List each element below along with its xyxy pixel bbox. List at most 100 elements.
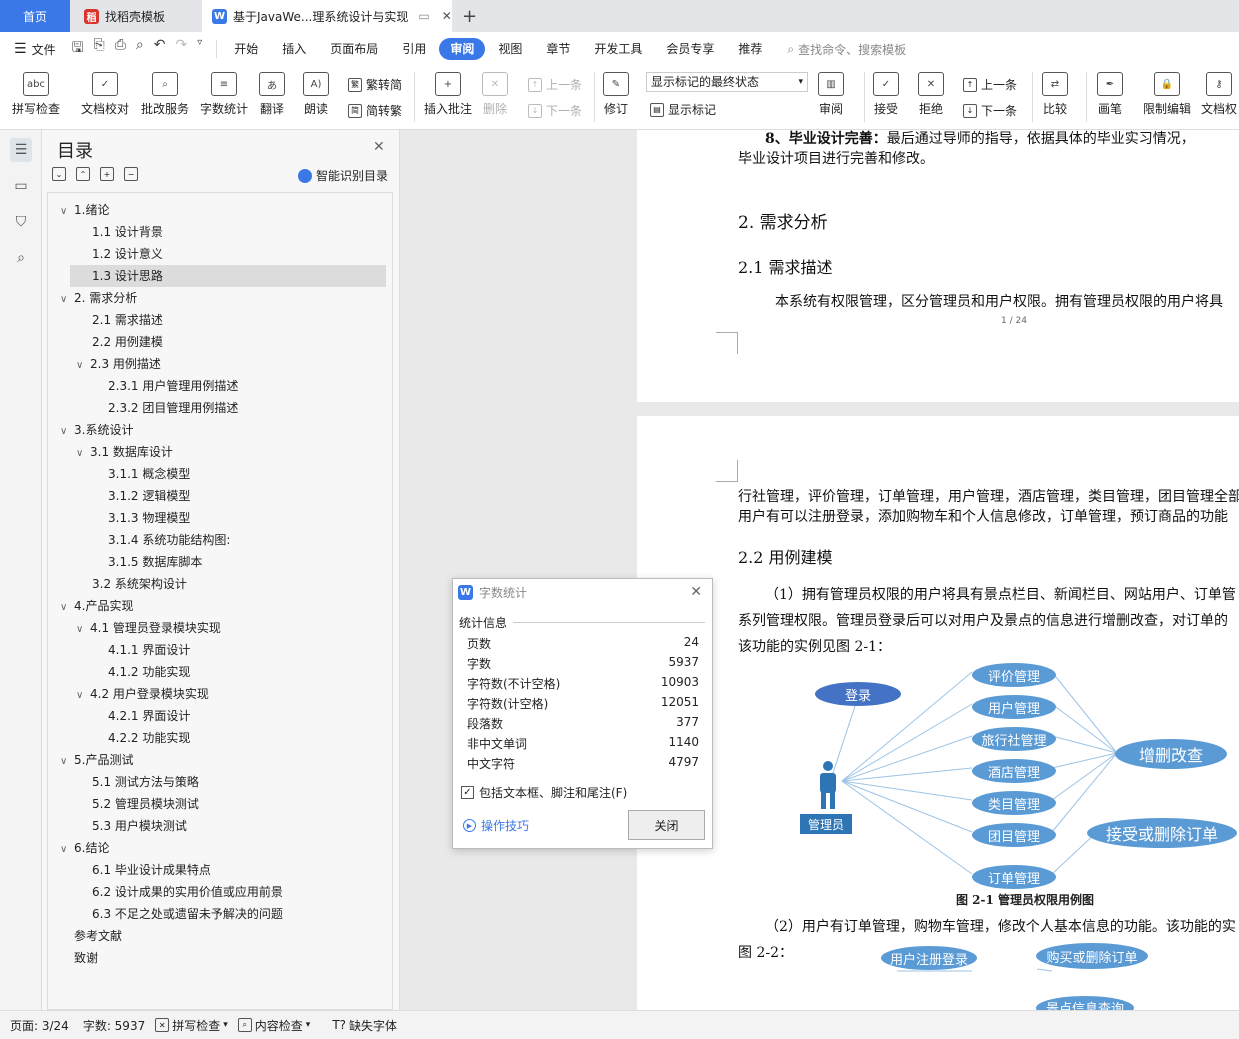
toc-item[interactable]: 1.2 设计意义: [76, 243, 163, 265]
toc-item[interactable]: 5.2 管理员模块测试: [76, 793, 199, 815]
toc-item[interactable]: ∨ 4.2 用户登录模块实现: [76, 683, 209, 705]
customize-icon[interactable]: ▿: [197, 37, 202, 61]
menu-tab[interactable]: 引用: [391, 38, 437, 60]
toc-item[interactable]: 6.3 不足之处或遗留未予解决的问题: [76, 903, 283, 925]
next-change-button[interactable]: ↓ 下一条: [963, 102, 1017, 119]
chevron-down-icon[interactable]: ∨: [76, 443, 90, 465]
to-traditional-button[interactable]: 简简转繁: [348, 102, 402, 119]
toc-item[interactable]: 2.2 用例建模: [76, 331, 163, 353]
export-pdf-icon[interactable]: ⎘: [94, 37, 105, 61]
undo-icon[interactable]: ↶: [154, 37, 166, 61]
new-tab-button[interactable]: +: [462, 0, 482, 32]
menu-tab[interactable]: 插入: [271, 38, 317, 60]
file-menu[interactable]: ☰ 文件: [0, 41, 64, 58]
menu-tab[interactable]: 开始: [223, 38, 269, 60]
toc-item[interactable]: 6.1 毕业设计成果特点: [76, 859, 211, 881]
chevron-down-icon[interactable]: ∨: [60, 289, 74, 311]
toc-item[interactable]: 3.1.5 数据库脚本: [92, 551, 202, 573]
toc-item[interactable]: 2.3.1 用户管理用例描述: [92, 375, 238, 397]
chevron-down-icon[interactable]: ∨: [76, 355, 90, 377]
include-footnotes-checkbox[interactable]: ✓ 包括文本框、脚注和尾注(F): [461, 784, 627, 801]
tab-template[interactable]: 稻 找稻壳模板: [74, 0, 198, 32]
missing-font-status[interactable]: T? 缺失字体: [332, 1017, 397, 1034]
toc-item[interactable]: 3.1.4 系统功能结构图:: [92, 529, 230, 551]
prev-change-button[interactable]: ↑ 上一条: [963, 76, 1017, 93]
toc-item[interactable]: ∨ 3.系统设计: [60, 419, 133, 441]
toc-item[interactable]: 3.1.1 概念模型: [92, 463, 190, 485]
close-icon[interactable]: ✕: [690, 584, 702, 600]
review-pane-button[interactable]: ▥ 审阅: [818, 72, 844, 117]
redo-icon[interactable]: ↷: [176, 37, 188, 61]
word-count-button[interactable]: ≡ 字数统计: [200, 72, 248, 117]
print-preview-icon[interactable]: ⌕: [136, 37, 144, 61]
translate-button[interactable]: あ翻译: [259, 72, 285, 117]
remove-heading-icon[interactable]: −: [124, 167, 138, 181]
save-icon[interactable]: 🖫: [72, 37, 84, 61]
chevron-down-icon[interactable]: ∨: [60, 839, 74, 861]
toc-icon[interactable]: ☰: [10, 138, 32, 162]
chevron-down-icon[interactable]: ∨: [60, 421, 74, 443]
screen-icon[interactable]: ▭: [418, 9, 429, 23]
chevron-down-icon[interactable]: ∨: [76, 685, 90, 707]
tab-document[interactable]: W 基于JavaWe...理系统设计与实现 ▭ ✕: [202, 0, 452, 32]
bookmark-icon[interactable]: ⛉: [11, 212, 31, 232]
reject-button[interactable]: ✕ 拒绝: [918, 72, 944, 117]
chevron-down-icon[interactable]: ∨: [60, 597, 74, 619]
close-panel-icon[interactable]: ✕: [373, 139, 385, 155]
toc-item[interactable]: ∨ 2. 需求分析: [60, 287, 137, 309]
doc-permission-button[interactable]: ⚷ 文档权: [1201, 72, 1237, 117]
section-nav-icon[interactable]: ▭: [11, 176, 31, 196]
toc-item[interactable]: ∨ 2.3 用例描述: [76, 353, 161, 375]
toc-item[interactable]: 1.1 设计背景: [76, 221, 163, 243]
delete-comment-button[interactable]: ✕ 删除: [482, 72, 508, 117]
toc-item[interactable]: 6.2 设计成果的实用价值或应用前景: [76, 881, 283, 903]
pen-button[interactable]: ✒ 画笔: [1097, 72, 1123, 117]
menu-tab[interactable]: 会员专享: [655, 38, 725, 60]
toc-item[interactable]: 3.1.3 物理模型: [92, 507, 190, 529]
toc-item[interactable]: 1.3 设计思路: [70, 265, 386, 287]
content-check-status[interactable]: ⌕ 内容检查 ▾: [237, 1017, 310, 1034]
restrict-editing-button[interactable]: 🔒 限制编辑: [1143, 72, 1191, 117]
smart-toc-button[interactable]: 智能识别目录: [298, 167, 388, 184]
to-simplified-button[interactable]: 繁繁转简: [348, 76, 402, 93]
toc-item[interactable]: 5.3 用户模块测试: [76, 815, 187, 837]
toc-item[interactable]: 4.1.2 功能实现: [92, 661, 190, 683]
markup-mode-select[interactable]: 显示标记的最终状态 ▾: [646, 72, 808, 92]
next-comment-button[interactable]: ↓ 下一条: [528, 102, 582, 119]
spell-check-status[interactable]: ✕ 拼写检查 ▾: [155, 1017, 228, 1034]
toc-item[interactable]: 2.3.2 团目管理用例描述: [92, 397, 238, 419]
toc-item[interactable]: 2.1 需求描述: [76, 309, 163, 331]
add-heading-icon[interactable]: +: [100, 167, 114, 181]
word-count-status[interactable]: 字数: 5937: [83, 1017, 145, 1034]
doc-proof-button[interactable]: ✓ 文档校对: [81, 72, 129, 117]
close-tab-icon[interactable]: ✕: [442, 9, 452, 23]
read-aloud-button[interactable]: A) 朗读: [303, 72, 329, 117]
show-markup-button[interactable]: ▤ 显示标记: [650, 101, 716, 118]
toc-item[interactable]: 参考文献: [60, 925, 122, 947]
toc-item[interactable]: 5.1 测试方法与策略: [76, 771, 199, 793]
close-button[interactable]: 关闭: [628, 810, 705, 840]
collapse-all-icon[interactable]: ⌄: [52, 167, 66, 181]
review-service-button[interactable]: ⌕ 批改服务: [141, 72, 189, 117]
toc-item[interactable]: ∨ 1.绪论: [60, 199, 109, 221]
toc-item[interactable]: 3.1.2 逻辑模型: [92, 485, 190, 507]
tab-home[interactable]: 首页: [0, 0, 70, 32]
toc-item[interactable]: ∨ 4.产品实现: [60, 595, 133, 617]
toc-item[interactable]: 4.2.1 界面设计: [92, 705, 190, 727]
menu-tab[interactable]: 章节: [535, 38, 581, 60]
chevron-down-icon[interactable]: ∨: [60, 751, 74, 773]
toc-item[interactable]: 3.2 系统架构设计: [76, 573, 187, 595]
menu-tab[interactable]: 开发工具: [583, 38, 653, 60]
toc-item[interactable]: 4.2.2 功能实现: [92, 727, 190, 749]
tips-link[interactable]: ▶ 操作技巧: [463, 817, 529, 834]
toc-item[interactable]: ∨ 4.1 管理员登录模块实现: [76, 617, 221, 639]
print-icon[interactable]: ⎙: [115, 37, 126, 61]
accept-button[interactable]: ✓ 接受: [873, 72, 899, 117]
search-icon[interactable]: ⌕: [11, 248, 31, 268]
compare-button[interactable]: ⇄ 比较: [1042, 72, 1068, 117]
dialog-titlebar[interactable]: W 字数统计 ✕: [453, 579, 712, 605]
page-indicator[interactable]: 页面: 3/24: [10, 1017, 69, 1034]
chevron-down-icon[interactable]: ∨: [60, 201, 74, 223]
menu-tab[interactable]: 审阅: [439, 38, 486, 60]
prev-comment-button[interactable]: ↑ 上一条: [528, 76, 582, 93]
